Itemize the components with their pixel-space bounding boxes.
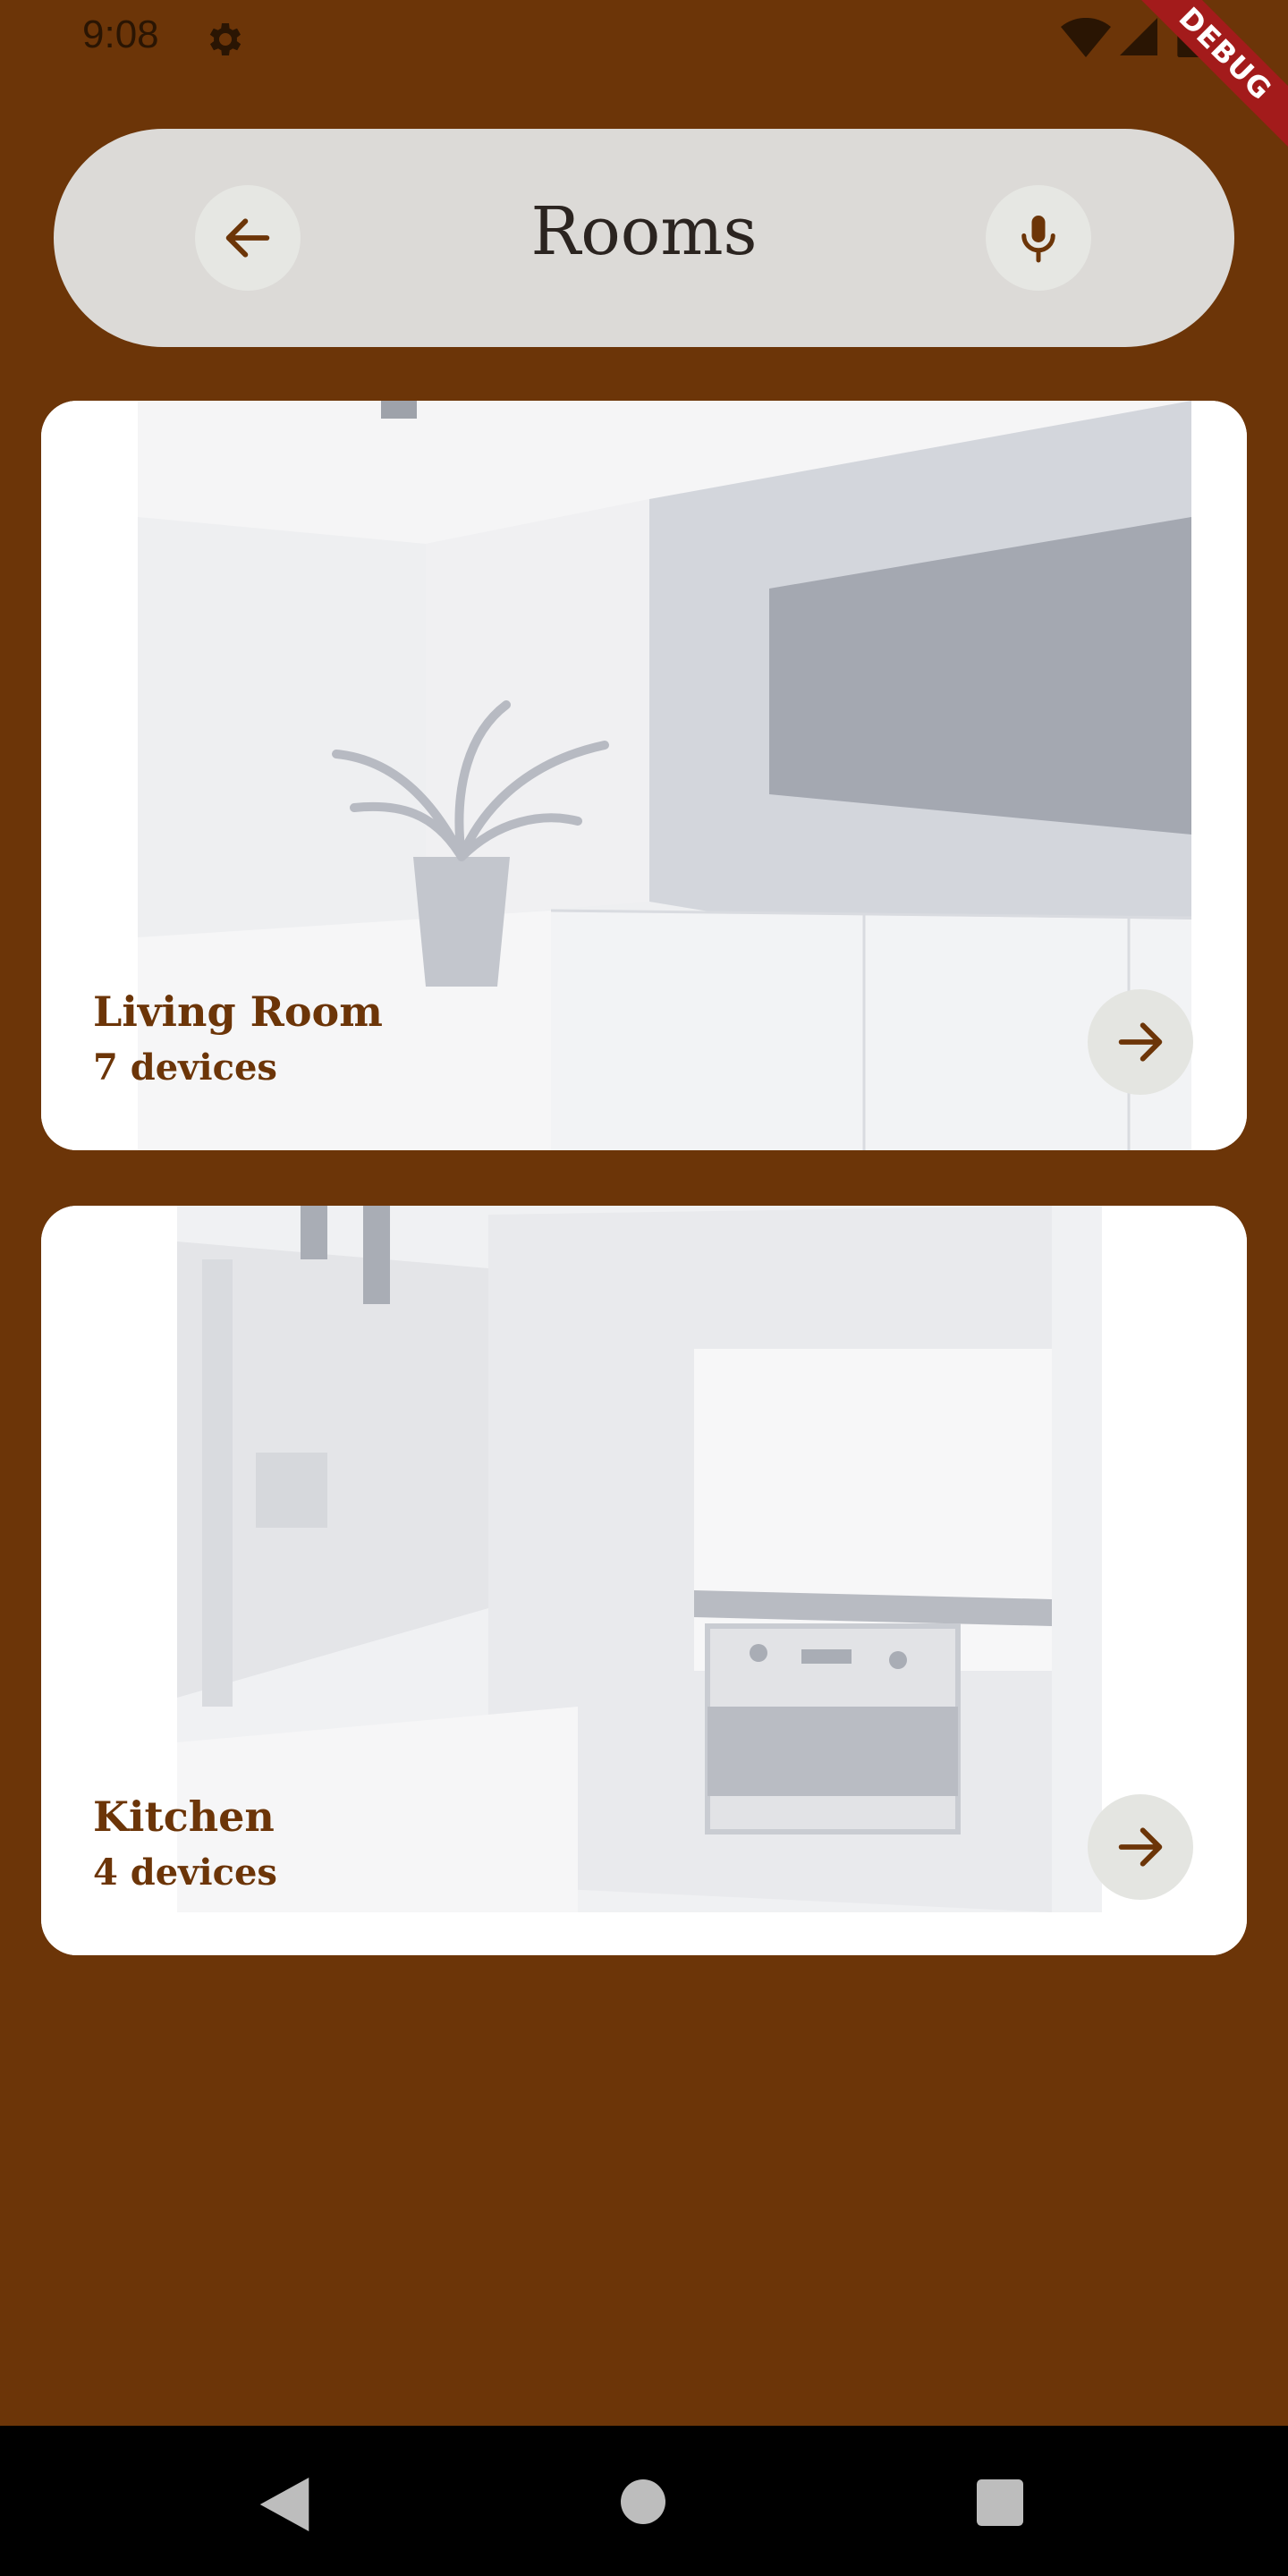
device-count: 4 devices xyxy=(93,1852,277,1894)
room-name: Living Room xyxy=(93,987,383,1036)
open-room-button[interactable] xyxy=(1088,989,1193,1095)
nav-back-icon[interactable] xyxy=(259,2478,309,2531)
search-bar: Rooms xyxy=(54,129,1234,347)
wifi-icon xyxy=(1061,18,1111,57)
room-card-kitchen[interactable]: Kitchen 4 devices xyxy=(41,1206,1247,1955)
mic-button[interactable] xyxy=(986,185,1091,291)
kitchen-illustration xyxy=(41,1206,1247,1955)
room-card-living-room[interactable]: Living Room 7 devices xyxy=(41,401,1247,1150)
open-room-button[interactable] xyxy=(1088,1794,1193,1900)
nav-home-icon[interactable] xyxy=(621,2479,665,2524)
gear-icon xyxy=(209,23,242,55)
system-nav-bar xyxy=(0,2426,1288,2576)
status-bar: 9:08 DEBUG xyxy=(0,0,1288,165)
room-name: Kitchen xyxy=(93,1792,275,1841)
signal-icon xyxy=(1120,18,1157,55)
status-time: 9:08 xyxy=(82,13,159,56)
device-count: 7 devices xyxy=(93,1046,277,1089)
arrow-right-icon xyxy=(1118,1827,1163,1867)
microphone-icon xyxy=(1021,216,1055,263)
living-room-illustration xyxy=(41,401,1247,1150)
nav-recents-icon[interactable] xyxy=(977,2479,1023,2526)
arrow-right-icon xyxy=(1118,1022,1163,1062)
